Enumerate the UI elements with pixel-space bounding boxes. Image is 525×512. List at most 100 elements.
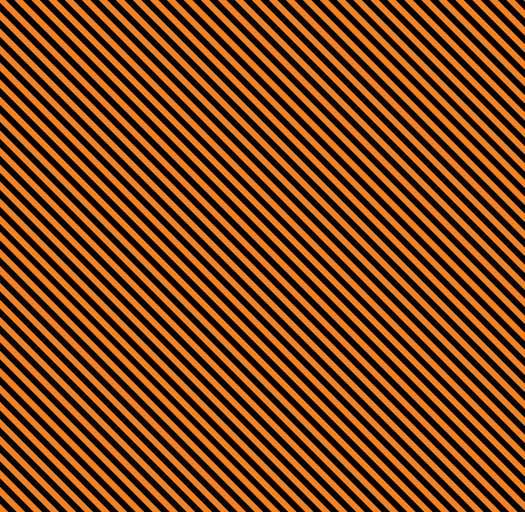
cell[interactable]: 销售3部 bbox=[256, 378, 366, 398]
font-size-select[interactable]: 11 bbox=[225, 11, 267, 31]
cell[interactable]: 姓名 bbox=[34, 138, 154, 158]
cell[interactable] bbox=[154, 318, 256, 338]
cell[interactable]: 业绩 bbox=[366, 138, 481, 158]
indent-inc-button[interactable] bbox=[471, 34, 493, 56]
align-middle-button[interactable] bbox=[392, 10, 414, 32]
cell[interactable] bbox=[154, 378, 256, 398]
cell[interactable] bbox=[154, 458, 256, 478]
row-header[interactable]: 12 bbox=[6, 358, 34, 378]
cell[interactable] bbox=[154, 398, 256, 418]
cell[interactable]: 孙如红 bbox=[34, 438, 154, 458]
cell[interactable]: 销售1部 bbox=[256, 178, 366, 198]
cell[interactable]: 林明玉 bbox=[34, 258, 154, 278]
cell[interactable]: 3157 bbox=[366, 258, 481, 278]
shrink-font-button[interactable]: A▾ bbox=[293, 10, 315, 32]
underline-button[interactable]: U▾ bbox=[171, 34, 193, 56]
enter-button[interactable]: ✓ bbox=[106, 99, 126, 113]
align-center-button[interactable] bbox=[392, 34, 414, 56]
cell[interactable]: 郑菁华 bbox=[34, 418, 154, 438]
cell[interactable]: 5843 bbox=[366, 238, 481, 258]
align-bottom-button[interactable] bbox=[416, 10, 438, 32]
format-painter-button[interactable]: 格式刷 bbox=[52, 48, 112, 68]
cell[interactable]: 销售1部 bbox=[256, 218, 366, 238]
cell[interactable]: 林敏 bbox=[34, 238, 154, 258]
cell[interactable]: 销售3部 bbox=[256, 458, 366, 478]
cell[interactable]: 3053 bbox=[366, 218, 481, 238]
align-top-button[interactable] bbox=[368, 10, 390, 32]
name-box[interactable]: B2 bbox=[6, 94, 84, 117]
cell[interactable]: 部门 bbox=[256, 138, 366, 158]
worksheet[interactable]: ABCD1姓名部门业绩2龚丽丽销售1部58483陈美华销售1部22144林明玉销… bbox=[6, 118, 519, 478]
row-header[interactable]: 17 bbox=[6, 458, 34, 478]
cell[interactable]: 段思琪 bbox=[34, 298, 154, 318]
col-header[interactable]: A bbox=[34, 118, 154, 138]
cell[interactable] bbox=[154, 198, 256, 218]
fx-button[interactable]: fx bbox=[126, 99, 146, 113]
cell[interactable]: 销售1部 bbox=[256, 198, 366, 218]
cell[interactable]: 林明玉 bbox=[34, 198, 154, 218]
row-header[interactable]: 3 bbox=[6, 178, 34, 198]
row-header[interactable]: 5 bbox=[6, 218, 34, 238]
row-header[interactable]: 4 bbox=[6, 198, 34, 218]
cell[interactable]: 刘小红 bbox=[34, 398, 154, 418]
cell[interactable]: 销售3部 bbox=[256, 398, 366, 418]
select-all-corner[interactable] bbox=[6, 118, 34, 138]
cell[interactable]: 7274 bbox=[366, 198, 481, 218]
cell[interactable] bbox=[154, 358, 256, 378]
cell[interactable] bbox=[154, 438, 256, 458]
indent-dec-button[interactable] bbox=[447, 34, 469, 56]
row-header[interactable]: 2 bbox=[6, 158, 34, 178]
cell[interactable] bbox=[154, 338, 256, 358]
cell[interactable] bbox=[154, 258, 256, 278]
cell[interactable]: 4271 bbox=[366, 418, 481, 438]
cell[interactable]: 3722 bbox=[366, 378, 481, 398]
cell[interactable]: 吴小飞 bbox=[34, 458, 154, 478]
row-header[interactable]: 15 bbox=[6, 418, 34, 438]
fill-color-button[interactable]: ▾ bbox=[233, 34, 255, 56]
cell[interactable] bbox=[154, 138, 256, 158]
cell[interactable]: 销售2部 bbox=[256, 278, 366, 298]
cell[interactable]: 销售2部 bbox=[256, 358, 366, 378]
row-header[interactable]: 16 bbox=[6, 438, 34, 458]
font-family-select[interactable] bbox=[123, 11, 223, 31]
cell[interactable]: 张晶 bbox=[34, 338, 154, 358]
cell[interactable]: 7552 bbox=[366, 398, 481, 418]
copy-button[interactable]: 复制 ▾ bbox=[52, 29, 112, 47]
phonetic-button[interactable]: wén▾ bbox=[288, 34, 310, 56]
orientation-button[interactable]: ab▾ bbox=[447, 10, 469, 32]
cell[interactable] bbox=[154, 298, 256, 318]
cell[interactable]: 6040 bbox=[366, 438, 481, 458]
row-header[interactable]: 10 bbox=[6, 318, 34, 338]
cell[interactable]: 黄思颖 bbox=[34, 358, 154, 378]
cell[interactable]: 孙令煊 bbox=[34, 378, 154, 398]
cancel-button[interactable]: ✕ bbox=[86, 99, 106, 113]
cell[interactable]: 张磊 bbox=[34, 278, 154, 298]
cell[interactable] bbox=[154, 158, 256, 178]
cell[interactable]: 黄麒英 bbox=[34, 218, 154, 238]
cell[interactable]: 4342 bbox=[366, 338, 481, 358]
align-right-button[interactable] bbox=[416, 34, 438, 56]
align-left-button[interactable] bbox=[368, 34, 390, 56]
col-header[interactable]: D bbox=[366, 118, 481, 138]
formula-input[interactable] bbox=[149, 94, 519, 117]
cell[interactable]: 4789 bbox=[366, 318, 481, 338]
cell[interactable]: 5848 bbox=[366, 158, 481, 178]
cell[interactable]: 销售2部 bbox=[256, 298, 366, 318]
cell[interactable]: 7606 bbox=[366, 458, 481, 478]
cell[interactable] bbox=[154, 238, 256, 258]
cell[interactable]: 龚丽丽 bbox=[34, 158, 154, 178]
col-header[interactable]: C bbox=[256, 118, 366, 138]
row-header[interactable]: 14 bbox=[6, 398, 34, 418]
cell[interactable]: 销售1部 bbox=[256, 158, 366, 178]
cell[interactable]: 销售2部 bbox=[256, 318, 366, 338]
cell[interactable] bbox=[154, 178, 256, 198]
row-header[interactable]: 11 bbox=[6, 338, 34, 358]
row-header[interactable]: 8 bbox=[6, 278, 34, 298]
cell[interactable] bbox=[154, 418, 256, 438]
paste-button[interactable]: 粘贴 bbox=[10, 8, 50, 66]
cell[interactable]: 销售2部 bbox=[256, 258, 366, 278]
cell[interactable] bbox=[154, 278, 256, 298]
cell[interactable]: 2214 bbox=[366, 178, 481, 198]
cell[interactable]: 2129 bbox=[366, 278, 481, 298]
row-header[interactable]: 7 bbox=[6, 258, 34, 278]
